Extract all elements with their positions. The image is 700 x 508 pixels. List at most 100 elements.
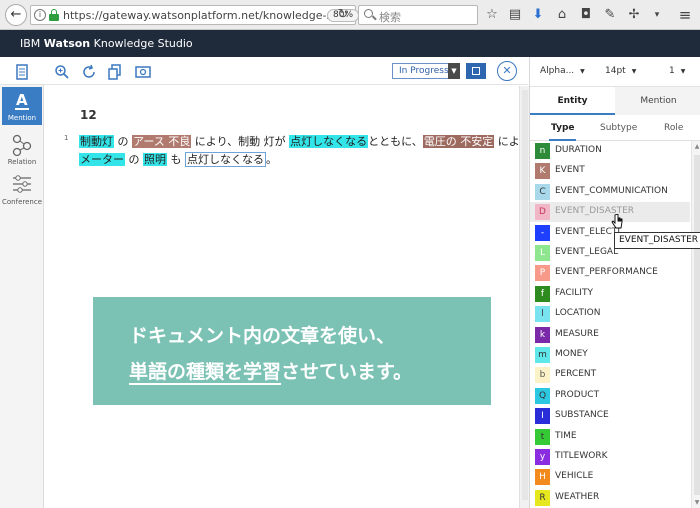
type-color-swatch: K xyxy=(535,163,550,180)
document-icon[interactable] xyxy=(14,64,30,80)
rail-item-label: Relation xyxy=(7,158,37,166)
type-list-item[interactable]: y TITLEWORK xyxy=(530,447,690,467)
extension-icon[interactable]: ✢ xyxy=(625,6,643,24)
type-name: WEATHER xyxy=(555,491,600,502)
annotation-mode-rail: A Mention Relation Conference xyxy=(0,85,44,508)
lock-icon xyxy=(49,9,59,21)
search-icon xyxy=(364,9,373,18)
close-icon[interactable]: ✕ xyxy=(497,61,517,81)
type-name: EVENT_COMMUNICATION xyxy=(555,185,668,196)
app-header: IBM Watson Knowledge Studio xyxy=(0,30,700,57)
reading-list-icon[interactable]: ▤ xyxy=(506,6,524,24)
rail-item-label: Mention xyxy=(7,114,37,122)
type-list-item[interactable]: R WEATHER xyxy=(530,488,690,508)
type-name: EVENT xyxy=(555,165,585,176)
extension-menu-caret-icon[interactable]: ▾ xyxy=(648,6,666,24)
type-color-swatch: L xyxy=(535,245,550,261)
address-bar[interactable]: i https://gateway.watsonplatform.net/kno… xyxy=(30,5,360,25)
annotated-mention[interactable]: メーター xyxy=(79,153,125,166)
type-color-swatch: t xyxy=(535,428,550,445)
type-list-item[interactable]: I SUBSTANCE xyxy=(530,406,690,426)
url-text[interactable]: https://gateway.watsonplatform.net/knowl… xyxy=(63,9,350,22)
annotated-mention[interactable]: 制動灯 xyxy=(79,135,114,148)
scroll-down-icon[interactable]: ▼ xyxy=(693,499,700,506)
level-select[interactable]: 1 ▼ xyxy=(669,66,685,76)
caption-overlay: ドキュメント内の文章を使い、 単語の種類を学習させています。 xyxy=(93,297,491,405)
type-list-scrollbar[interactable]: ▲ ▼ xyxy=(691,141,700,508)
svg-text:A: A xyxy=(16,91,28,109)
type-name: EVENT_LEGAL xyxy=(555,247,619,257)
annotated-mention[interactable]: 電圧の 不安定 xyxy=(422,135,495,148)
back-button[interactable]: ← xyxy=(5,4,27,26)
type-name: VEHICLE xyxy=(555,471,594,482)
app-title: IBM Watson Knowledge Studio xyxy=(20,37,193,50)
annotated-mention[interactable]: アース 不良 xyxy=(132,135,192,148)
caption-line-1: ドキュメント内の文章を使い、 xyxy=(129,325,396,347)
tab-mention[interactable]: Mention xyxy=(616,87,700,115)
type-list-item[interactable]: K EVENT xyxy=(530,161,690,181)
type-name: TIME xyxy=(555,430,577,441)
pen-icon[interactable]: ✎ xyxy=(601,6,619,24)
view-icon[interactable] xyxy=(135,64,151,80)
tab-type[interactable]: Type xyxy=(548,123,578,141)
rail-item-label: Conference xyxy=(2,198,43,206)
copy-icon[interactable] xyxy=(107,64,123,80)
type-color-swatch: Q xyxy=(535,387,550,404)
panel-selects: Alpha... ▼ 14pt ▼ 1 ▼ xyxy=(530,57,700,87)
type-name: TITLEWORK xyxy=(555,451,608,461)
pocket-icon[interactable]: ◘ xyxy=(577,6,595,24)
type-color-swatch: m xyxy=(535,347,550,363)
type-list-item[interactable]: m MONEY xyxy=(530,345,690,365)
tab-entity[interactable]: Entity xyxy=(530,87,615,115)
type-panel: Alpha... ▼ 14pt ▼ 1 ▼ Entity Mention Type S… xyxy=(529,57,700,508)
rotate-icon[interactable] xyxy=(81,64,97,80)
type-list-item[interactable]: f FACILITY xyxy=(530,284,690,304)
type-color-swatch: D xyxy=(535,204,550,221)
rail-item-relation[interactable]: Relation xyxy=(2,131,42,169)
type-name: PERCENT xyxy=(555,369,597,380)
font-size-select[interactable]: 14pt ▼ xyxy=(605,66,636,76)
info-icon[interactable]: i xyxy=(34,9,46,21)
type-list-item[interactable]: l LOCATION xyxy=(530,304,690,324)
hamburger-menu-icon[interactable]: ≡ xyxy=(676,6,694,24)
rail-item-conference[interactable]: Conference xyxy=(2,171,42,209)
zoom-in-icon[interactable] xyxy=(54,64,70,80)
annotated-mention[interactable]: 点灯しなくなる xyxy=(185,152,266,167)
save-button[interactable] xyxy=(466,63,486,79)
type-list-item[interactable]: b PERCENT xyxy=(530,365,690,385)
annotated-mention[interactable]: 点灯しなくなる xyxy=(289,135,369,148)
status-select[interactable]: In Progress ▼ xyxy=(392,63,460,79)
browser-toolbar: ← i https://gateway.watsonplatform.net/k… xyxy=(0,0,700,30)
type-name: PRODUCT xyxy=(555,389,600,400)
bookmark-star-icon[interactable]: ☆ xyxy=(483,6,501,24)
search-placeholder: 検索 xyxy=(379,11,401,24)
type-name: DURATION xyxy=(555,145,602,155)
download-icon[interactable]: ⬇ xyxy=(529,6,547,24)
type-list-item[interactable]: H VEHICLE xyxy=(530,467,690,487)
entity-tabs: Entity Mention xyxy=(530,87,700,115)
type-color-swatch: f xyxy=(535,285,550,302)
rail-item-mention[interactable]: A Mention xyxy=(2,87,42,125)
editor-toolbar: In Progress ▼ ✕ xyxy=(0,57,528,85)
search-input[interactable]: 検索 xyxy=(358,5,478,25)
type-list-item[interactable]: D EVENT_DISASTER xyxy=(530,202,690,223)
type-list-item[interactable]: P EVENT_PERFORMANCE xyxy=(530,263,690,283)
annotated-mention[interactable]: 照明 xyxy=(143,153,167,166)
tab-role[interactable]: Role xyxy=(664,123,683,133)
reload-icon[interactable]: ↻ xyxy=(332,6,354,24)
home-icon[interactable]: ⌂ xyxy=(553,6,571,24)
document-scrollbar[interactable] xyxy=(519,86,529,508)
type-list-item[interactable]: C EVENT_COMMUNICATION xyxy=(530,182,690,202)
type-list-item[interactable]: n DURATION xyxy=(530,141,690,161)
type-list-item[interactable]: k MEASURE xyxy=(530,325,690,345)
scroll-up-icon[interactable]: ▲ xyxy=(693,143,700,150)
sentence-text: の xyxy=(114,135,132,148)
sentence-text: により、制動 灯が xyxy=(191,135,290,148)
sentence-text: の xyxy=(125,153,143,166)
type-list-item[interactable]: t TIME xyxy=(530,427,690,447)
type-list-item[interactable]: Q PRODUCT xyxy=(530,386,690,406)
sentence-text: も xyxy=(167,153,185,166)
tab-subtype[interactable]: Subtype xyxy=(600,123,637,133)
sort-select[interactable]: Alpha... ▼ xyxy=(540,66,585,76)
type-tooltip: EVENT_DISASTER xyxy=(614,232,700,249)
